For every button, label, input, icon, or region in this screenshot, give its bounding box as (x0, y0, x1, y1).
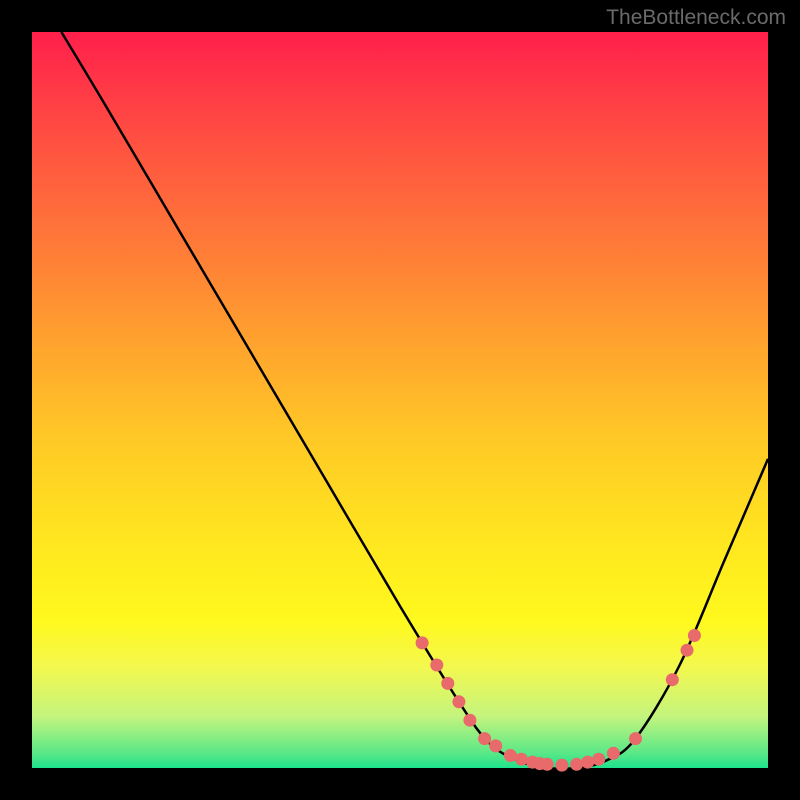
bottleneck-curve (61, 32, 768, 769)
curve-marker (478, 732, 491, 745)
curve-marker (555, 759, 568, 772)
curve-marker (541, 758, 554, 771)
curve-marker (681, 644, 694, 657)
watermark-text: TheBottleneck.com (606, 6, 786, 30)
curve-marker (441, 677, 454, 690)
curve-marker (629, 732, 642, 745)
curve-marker (452, 695, 465, 708)
curve-marker (581, 756, 594, 769)
chart-plot-area (32, 32, 768, 768)
curve-marker (515, 753, 528, 766)
chart-svg (32, 32, 768, 768)
curve-marker (463, 714, 476, 727)
curve-marker (430, 659, 443, 672)
curve-markers (416, 629, 701, 772)
curve-marker (592, 753, 605, 766)
curve-marker (416, 636, 429, 649)
curve-marker (489, 739, 502, 752)
curve-marker (570, 758, 583, 771)
curve-marker (666, 673, 679, 686)
curve-marker (688, 629, 701, 642)
curve-marker (607, 747, 620, 760)
curve-marker (504, 749, 517, 762)
